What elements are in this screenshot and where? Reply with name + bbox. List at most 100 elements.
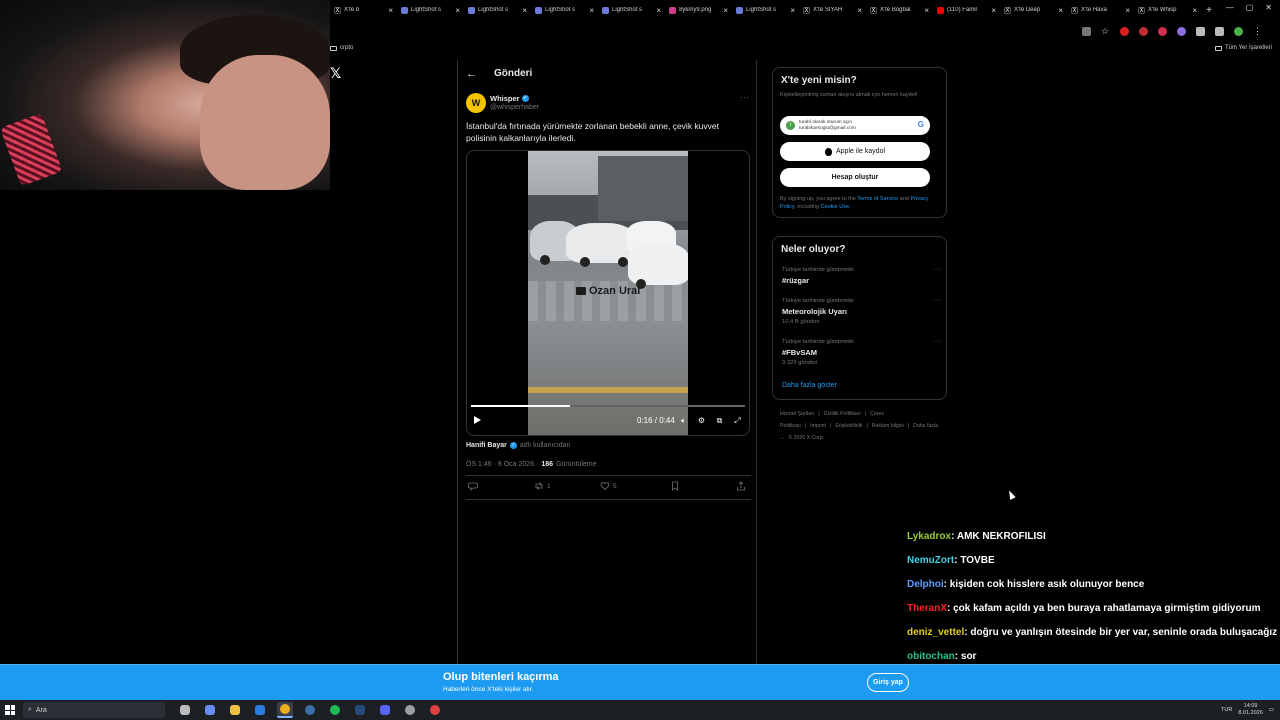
- chrome-icon[interactable]: [277, 702, 293, 718]
- settings-icon[interactable]: [402, 702, 418, 718]
- volume-icon[interactable]: 🔈︎: [679, 416, 688, 425]
- back-arrow-icon[interactable]: ←: [466, 68, 477, 80]
- extension-red-icon[interactable]: [1120, 27, 1129, 36]
- discord-icon[interactable]: [377, 702, 393, 718]
- browser-tab[interactable]: X X'te SİYAH ×: [799, 0, 866, 20]
- trend-item[interactable]: Türkiye tarihinde gündemde #FBvSAM 3.329…: [782, 338, 943, 366]
- extension-ublock-icon[interactable]: [1139, 27, 1148, 36]
- extension-shield-icon[interactable]: [1177, 27, 1186, 36]
- video-frame[interactable]: Ozan Ural: [528, 151, 688, 435]
- footer-link[interactable]: Erişilebilirlik: [835, 423, 862, 429]
- steam-icon[interactable]: [302, 702, 318, 718]
- star-icon[interactable]: ☆: [1101, 27, 1110, 36]
- footer-link[interactable]: © 2026 X Corp.: [788, 435, 824, 441]
- author-handle[interactable]: @whisperhaber: [490, 104, 539, 111]
- notifications-icon[interactable]: ▭: [1269, 707, 1274, 713]
- task-view-icon[interactable]: [177, 702, 193, 718]
- create-account-button[interactable]: Hesap oluştur: [780, 168, 930, 187]
- browser-tab[interactable]: LightShot s ×: [598, 0, 665, 20]
- fullscreen-icon[interactable]: ⤢: [733, 416, 742, 425]
- trend-item[interactable]: Türkiye tarihinde gündemde #rüzgar ···: [782, 266, 943, 285]
- extensions-puzzle-icon[interactable]: [1196, 27, 1205, 36]
- apple-signup-button[interactable]: Apple ile kaydol: [780, 142, 930, 161]
- play-icon[interactable]: [474, 416, 481, 424]
- video-progress-bar[interactable]: [471, 405, 745, 407]
- bookmark-crpto[interactable]: crpto: [330, 45, 353, 51]
- start-button[interactable]: [0, 700, 20, 720]
- like-button[interactable]: 5: [600, 481, 617, 491]
- bookmark-button[interactable]: [670, 481, 680, 491]
- author-name[interactable]: Whisper ✓: [490, 94, 529, 103]
- browser-tab[interactable]: X X'te Hava ×: [1067, 0, 1134, 20]
- tab-close-icon[interactable]: ×: [455, 6, 460, 15]
- share-button[interactable]: [736, 481, 746, 491]
- more-options-icon[interactable]: ···: [740, 93, 750, 102]
- browser-tab[interactable]: (110) Famil ×: [933, 0, 1000, 20]
- show-more-link[interactable]: Daha fazla göster: [782, 382, 837, 389]
- copilot-icon[interactable]: [202, 702, 218, 718]
- browser-tab[interactable]: X X'te b ×: [330, 0, 397, 20]
- browser-tab[interactable]: 8ykmy9.png ×: [665, 0, 732, 20]
- trend-more-icon[interactable]: ···: [934, 266, 943, 273]
- retweet-button[interactable]: 1: [534, 481, 551, 491]
- terms-link[interactable]: Terms of Service: [857, 196, 898, 202]
- browser-tab[interactable]: LightShot s ×: [397, 0, 464, 20]
- outlook-icon[interactable]: [252, 702, 268, 718]
- clock[interactable]: 14:09 8.01.2026: [1238, 703, 1262, 717]
- install-icon[interactable]: [1082, 27, 1091, 36]
- reply-button[interactable]: [468, 481, 478, 491]
- browser-tab[interactable]: X X'te Bogbal ×: [866, 0, 933, 20]
- x-logo-icon[interactable]: 𝕏: [330, 67, 344, 81]
- tab-close-icon[interactable]: ×: [589, 6, 594, 15]
- footer-link[interactable]: Gizlilik Politikası: [824, 411, 861, 417]
- video-source[interactable]: Hanifi Bayar ✓ adlı kullanıcıdan: [466, 442, 570, 449]
- tab-close-icon[interactable]: ×: [1125, 6, 1130, 15]
- trend-more-icon[interactable]: ···: [934, 338, 943, 345]
- extension-abp-icon[interactable]: [1158, 27, 1167, 36]
- trend-more-icon[interactable]: ···: [934, 297, 943, 304]
- all-bookmarks[interactable]: Tüm Yer İşaretleri: [1214, 45, 1272, 51]
- footer-link[interactable]: Reklam bilgisi: [872, 423, 904, 429]
- tab-close-icon[interactable]: ×: [790, 6, 795, 15]
- tab-close-icon[interactable]: ×: [857, 6, 862, 15]
- login-button[interactable]: Giriş yap: [867, 673, 909, 692]
- cookie-link[interactable]: Cookie Use.: [821, 204, 851, 210]
- new-tab-icon[interactable]: +: [1201, 5, 1217, 16]
- tab-close-icon[interactable]: ×: [1192, 6, 1197, 15]
- footer-link[interactable]: Hizmet Şartları: [780, 411, 814, 417]
- picture-in-picture-icon[interactable]: ⧉: [715, 416, 724, 425]
- menu-icon[interactable]: ⋮: [1253, 27, 1262, 36]
- steam-alt-icon[interactable]: [352, 702, 368, 718]
- profile-avatar[interactable]: [1234, 27, 1243, 36]
- tab-close-icon[interactable]: ×: [522, 6, 527, 15]
- settings-gear-icon[interactable]: ⚙: [697, 416, 706, 425]
- video-player[interactable]: Ozan Ural 0:16 / 0:44 🔈︎ ⚙ ⧉ ⤢: [466, 150, 750, 436]
- close-window-icon[interactable]: ✕: [1265, 3, 1272, 12]
- tab-close-icon[interactable]: ×: [991, 6, 996, 15]
- recorder-icon[interactable]: [427, 702, 443, 718]
- browser-tab[interactable]: X X'te Deep ×: [1000, 0, 1067, 20]
- language-indicator[interactable]: TUR: [1221, 707, 1232, 713]
- browser-tab[interactable]: LightShot s ×: [531, 0, 598, 20]
- file-explorer-icon[interactable]: [227, 702, 243, 718]
- tweet-timestamp[interactable]: ÖS 1:46 · 8 Oca 2026 ·: [466, 461, 538, 468]
- tab-close-icon[interactable]: ×: [388, 6, 393, 15]
- tab-close-icon[interactable]: ×: [656, 6, 661, 15]
- browser-tab[interactable]: LightShot s ×: [464, 0, 531, 20]
- signup-subtitle: Kişiselleştirilmiş zaman akışını almak i…: [780, 92, 918, 98]
- browser-tab[interactable]: X X'te Whisp ×: [1134, 0, 1201, 20]
- spotify-icon[interactable]: [327, 702, 343, 718]
- webcam-overlay: [0, 0, 330, 190]
- taskbar-search[interactable]: ⌕ Ara: [23, 702, 165, 718]
- google-signin-button[interactable]: t turabi olarak oturum açın turabikarsog…: [780, 116, 930, 135]
- tab-close-icon[interactable]: ×: [1058, 6, 1063, 15]
- media-icon[interactable]: [1215, 27, 1224, 36]
- minimize-icon[interactable]: —: [1226, 3, 1234, 12]
- footer-link[interactable]: Imprint: [810, 423, 826, 429]
- trend-item[interactable]: Türkiye tarihinde gündemde Meteorolojik …: [782, 297, 943, 325]
- tab-close-icon[interactable]: ×: [723, 6, 728, 15]
- maximize-icon[interactable]: ▢: [1246, 3, 1254, 12]
- tab-close-icon[interactable]: ×: [924, 6, 929, 15]
- browser-tab[interactable]: LightShot s ×: [732, 0, 799, 20]
- author-avatar[interactable]: W: [466, 93, 486, 113]
